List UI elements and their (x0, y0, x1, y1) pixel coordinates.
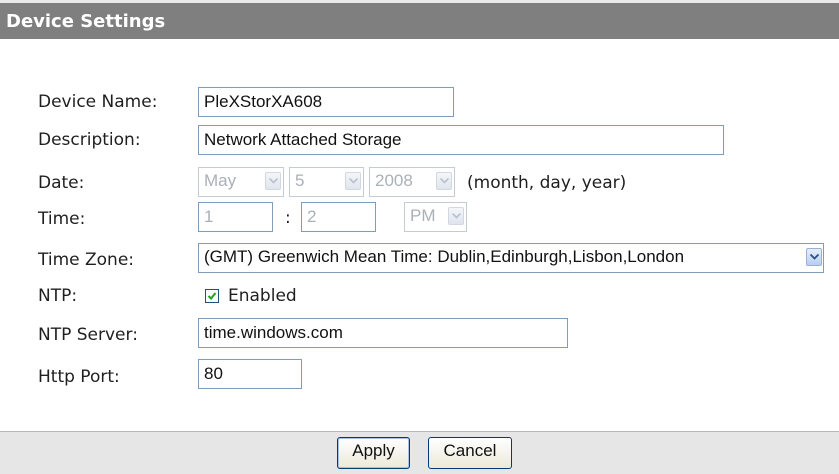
time-minute-input[interactable]: 2 (301, 202, 376, 232)
date-format-hint: (month, day, year) (467, 173, 627, 193)
time-label: Time: (38, 209, 86, 229)
chevron-down-icon (806, 248, 822, 266)
date-day-select[interactable]: 5 (289, 167, 364, 197)
date-year-value: 2008 (375, 171, 413, 190)
time-zone-label: Time Zone: (38, 250, 135, 270)
description-label: Description: (38, 130, 141, 150)
cancel-button[interactable]: Cancel (428, 437, 512, 469)
ntp-server-label: NTP Server: (38, 325, 138, 345)
date-label: Date: (38, 173, 85, 193)
chevron-down-icon (265, 172, 281, 190)
chevron-down-icon (436, 172, 452, 190)
description-input[interactable]: Network Attached Storage (198, 125, 724, 155)
checkmark-icon (207, 292, 217, 300)
date-month-value: May (204, 171, 237, 190)
date-month-select[interactable]: May (198, 167, 284, 197)
time-hour-input[interactable]: 1 (198, 202, 273, 232)
date-year-select[interactable]: 2008 (369, 167, 455, 197)
ntp-label: NTP: (38, 286, 78, 306)
chevron-down-icon (345, 172, 361, 190)
device-name-input[interactable]: PleXStorXA608 (198, 87, 454, 117)
date-day-value: 5 (295, 171, 305, 190)
time-separator: : (285, 208, 291, 228)
apply-button[interactable]: Apply (337, 437, 410, 469)
chevron-down-icon (448, 207, 464, 225)
time-zone-value: (GMT) Greenwich Mean Time: Dublin,Edinbu… (204, 247, 685, 266)
time-ampm-select[interactable]: PM (404, 202, 467, 232)
http-port-input[interactable]: 80 (198, 359, 302, 389)
header-bar: Device Settings (0, 3, 839, 39)
ntp-enabled-checkbox[interactable] (205, 289, 219, 303)
ntp-enabled-label: Enabled (228, 286, 297, 306)
ntp-server-input[interactable]: time.windows.com (198, 318, 568, 348)
page-title: Device Settings (6, 11, 166, 32)
time-zone-select[interactable]: (GMT) Greenwich Mean Time: Dublin,Edinbu… (198, 243, 824, 273)
http-port-label: Http Port: (38, 367, 120, 387)
device-name-label: Device Name: (38, 92, 158, 112)
time-ampm-value: PM (410, 206, 436, 225)
footer-bar: Apply Cancel (0, 431, 839, 474)
